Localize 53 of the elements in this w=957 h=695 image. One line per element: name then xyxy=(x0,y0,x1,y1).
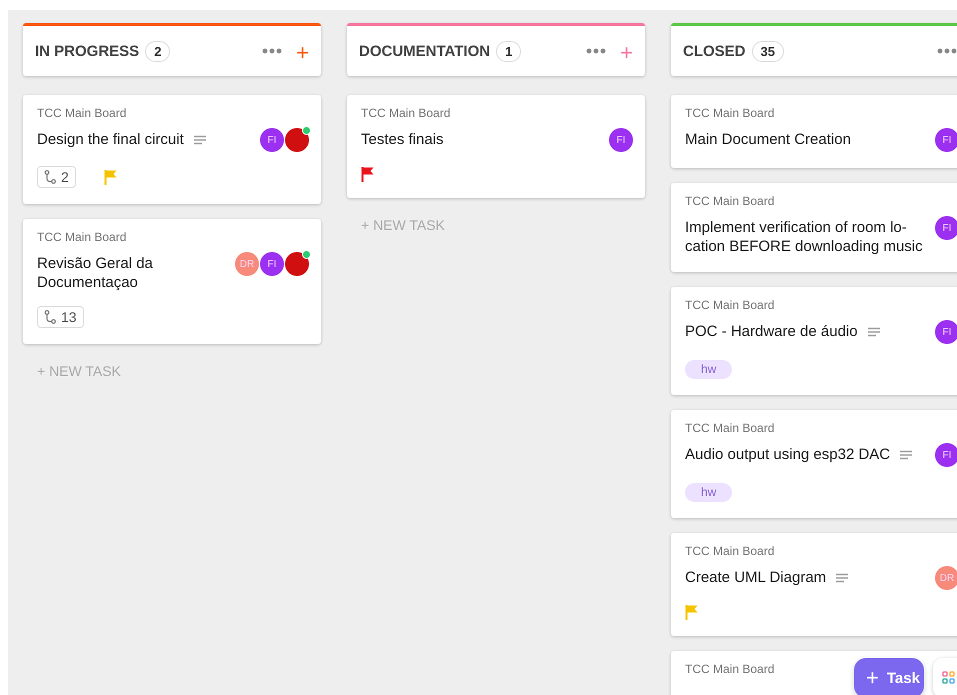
board-name: TCC Main Board xyxy=(361,106,452,120)
task-card[interactable]: TCC Main Board Testes finais FI xyxy=(347,95,645,198)
task-title: POC - Hardware de áudio xyxy=(685,322,858,341)
task-card[interactable]: TCC Main Board Audio output using esp32 DAC FI hw xyxy=(671,410,957,518)
avatar[interactable]: FI xyxy=(935,128,957,152)
more-icon[interactable] xyxy=(937,48,957,54)
task-count: 2 xyxy=(145,40,170,62)
column-title: CLOSED xyxy=(683,42,746,60)
board-name: TCC Main Board xyxy=(685,298,776,312)
board-name: TCC Main Board xyxy=(685,106,776,120)
board-name: TCC Main Board xyxy=(685,421,776,435)
task-title: Design the final circuit xyxy=(37,130,184,149)
board-name: TCC Main Board xyxy=(685,194,776,208)
apps-icon xyxy=(942,671,956,685)
column-title: IN PROGRESS xyxy=(35,42,140,60)
task-title: Testes finais xyxy=(361,130,444,149)
subtask-icon xyxy=(44,170,56,184)
task-card[interactable]: TCC Main Board Design the final circuit FI 2 xyxy=(23,95,321,204)
task-title: Implement verification of room lo-cation BEFORE downloading music xyxy=(685,218,924,256)
task-title: Create UML Diagram xyxy=(685,568,826,587)
avatar[interactable]: FI xyxy=(260,252,284,276)
task-title: Revisão Geral da Documentaçao xyxy=(37,254,154,292)
task-count: 35 xyxy=(752,40,784,62)
avatar[interactable] xyxy=(285,128,309,152)
avatar[interactable]: FI xyxy=(935,216,957,240)
avatar[interactable]: FI xyxy=(260,128,284,152)
task-card[interactable]: TCC Main Board Implement verification of room lo-cation BEFORE downloading music FI xyxy=(671,183,957,272)
avatar[interactable]: FI xyxy=(935,320,957,344)
board-name: TCC Main Board xyxy=(37,230,128,244)
task-title: Audio output using esp32 DAC xyxy=(685,445,890,464)
more-icon[interactable] xyxy=(586,48,606,54)
subtask-icon xyxy=(44,310,56,324)
new-task-button[interactable]: + Task xyxy=(854,658,924,695)
task-title: Main Document Creation xyxy=(685,130,851,149)
avatar[interactable] xyxy=(285,252,309,276)
flag-icon[interactable] xyxy=(361,166,375,182)
column-title: DOCUMENTATION xyxy=(359,42,490,60)
task-card[interactable]: TCC Main Board POC - Hardware de áudio FI hw xyxy=(671,287,957,395)
task-count: 1 xyxy=(496,40,522,62)
more-icon[interactable] xyxy=(262,48,282,54)
subtask-count[interactable]: 13 xyxy=(37,306,84,328)
avatar[interactable]: FI xyxy=(609,128,633,152)
board-name: TCC Main Board xyxy=(37,106,128,120)
subtask-count[interactable]: 2 xyxy=(37,166,76,188)
board-name: TCC Main Board xyxy=(685,544,776,558)
tag[interactable]: hw xyxy=(685,360,732,379)
task-card[interactable]: TCC Main Board Revisão Geral da Documentaçao DR FI 13 xyxy=(23,219,321,344)
tag[interactable]: hw xyxy=(685,483,732,502)
add-task-button[interactable]: + xyxy=(282,42,309,64)
add-task-button[interactable]: + xyxy=(606,42,633,64)
board-name: TCC Main Board xyxy=(685,662,776,676)
task-card[interactable]: TCC Main Board Main Document Creation FI xyxy=(671,95,957,168)
avatar[interactable]: FI xyxy=(935,443,957,467)
